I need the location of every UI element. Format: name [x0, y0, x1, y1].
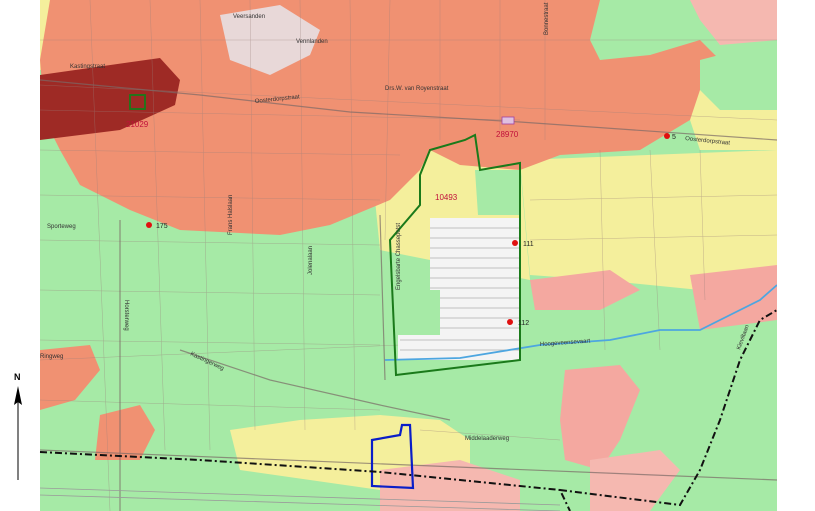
zoning-map: Veersanden Vennlanden Kastingstraat Oost…	[0, 0, 815, 511]
street-label-bonnestraat: Bonnestraat	[544, 2, 550, 35]
street-label-horsterweg: Horsterweg	[123, 300, 129, 331]
north-label: N	[14, 372, 21, 382]
street-label-kastingstraat: Kastingstraat	[70, 64, 105, 70]
street-label-engelsbarte: Engelsbarte Chassepotst	[396, 223, 402, 290]
site-28970-icon	[501, 116, 515, 125]
point-marker-5	[664, 133, 670, 139]
street-label-ringweg: Ringweg	[40, 354, 63, 360]
point-label-111: 111	[523, 241, 534, 248]
point-label-175: 175	[156, 223, 168, 230]
site-code-21029: 21029	[126, 120, 149, 129]
point-marker-112	[507, 319, 513, 325]
street-label-middelaaderweg: Middelaaderweg	[465, 436, 509, 442]
street-label-frans-halslaan: Frans Halslaan	[228, 195, 234, 235]
street-label-sporteweg: Sporteweg	[47, 224, 76, 230]
street-label-jolenalaan: Jolenalaan	[308, 246, 314, 275]
point-label-112: 112	[518, 320, 529, 327]
map-canvas: Veersanden Vennlanden Kastingstraat Oost…	[39, 0, 778, 511]
site-code-10493: 10493	[435, 193, 458, 202]
point-marker-111	[512, 240, 518, 246]
site-code-28970: 28970	[496, 130, 519, 139]
street-label-dr-van-royenstraat: Drs.W. van Royenstraat	[385, 86, 449, 92]
street-label-vennlanden: Vennlanden	[296, 39, 328, 45]
point-marker-175	[146, 222, 152, 228]
point-label-5: 5	[672, 134, 676, 141]
street-label-veersanden: Veersanden	[233, 14, 265, 20]
